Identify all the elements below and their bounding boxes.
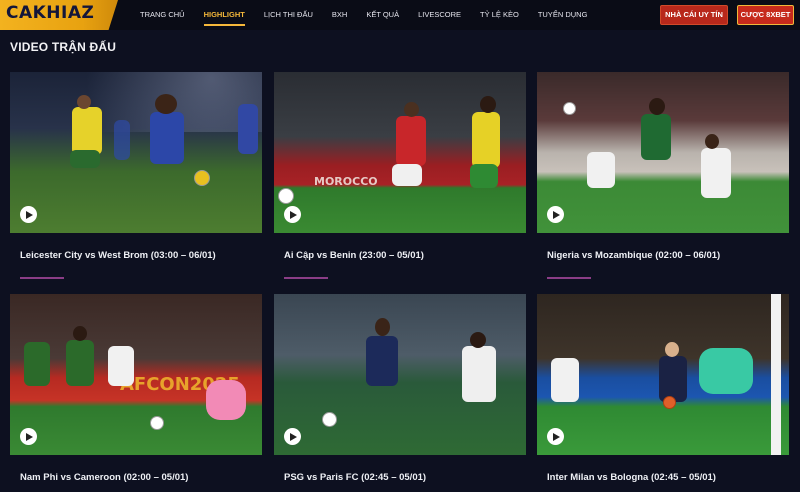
player-head [73, 326, 87, 341]
player-figure [70, 150, 100, 168]
video-thumbnail[interactable] [10, 72, 262, 233]
logo-text: CAKHIAZ [6, 3, 95, 23]
player-head [77, 95, 91, 109]
ball [663, 396, 676, 409]
nav-item-livescore[interactable]: LIVESCORE [418, 0, 461, 30]
nav-item-highlight[interactable]: HIGHLIGHT [204, 0, 245, 30]
video-card[interactable]: MOROCCO Ai Cập vs Benin (23:00 – 05/01) [274, 72, 526, 279]
player-figure [392, 164, 422, 186]
trusted-bookmaker-button[interactable]: NHÀ CÁI UY TÍN [660, 5, 728, 25]
video-thumbnail[interactable]: MOROCCO [274, 72, 526, 233]
player-figure [551, 358, 579, 402]
player-figure [108, 346, 134, 386]
site-logo[interactable]: CAKHIAZ [0, 0, 118, 30]
video-thumbnail[interactable] [274, 294, 526, 455]
goalkeeper-figure [699, 348, 753, 394]
player-figure [641, 114, 671, 160]
video-thumbnail[interactable] [537, 72, 789, 233]
main-nav: TRANG CHỦ HIGHLIGHT LỊCH THI ĐẤU BXH KẾT… [140, 0, 606, 30]
bet-8xbet-button[interactable]: CƯỢC 8XBET [737, 5, 794, 25]
stadium-banner: MOROCCO [314, 175, 378, 188]
player-figure [472, 112, 500, 168]
video-title[interactable]: Nam Phi vs Cameroon (02:00 – 05/01) [20, 472, 188, 483]
play-icon[interactable] [20, 428, 37, 445]
player-figure [238, 104, 258, 154]
ball [278, 188, 294, 204]
ball [150, 416, 164, 430]
nav-item-ket-qua[interactable]: KẾT QUẢ [366, 0, 399, 30]
video-title[interactable]: Nigeria vs Mozambique (02:00 – 06/01) [547, 250, 720, 261]
player-figure [114, 120, 130, 160]
video-title[interactable]: Leicester City vs West Brom (03:00 – 06/… [20, 250, 216, 261]
title-underline [20, 277, 64, 279]
player-figure [462, 346, 496, 402]
title-underline [547, 277, 591, 279]
goal-post [771, 294, 781, 455]
nav-item-lich-thi-dau[interactable]: LỊCH THI ĐẤU [264, 0, 313, 30]
top-navbar: CAKHIAZ TRANG CHỦ HIGHLIGHT LỊCH THI ĐẤU… [0, 0, 800, 30]
player-figure [66, 340, 94, 386]
video-card[interactable]: Leicester City vs West Brom (03:00 – 06/… [10, 72, 262, 279]
title-underline [284, 277, 328, 279]
player-figure [701, 148, 731, 198]
player-figure [150, 112, 184, 164]
video-card[interactable]: PSG vs Paris FC (02:45 – 05/01) [274, 294, 526, 483]
player-head [375, 318, 390, 336]
player-head [480, 96, 496, 113]
play-icon[interactable] [284, 206, 301, 223]
nav-item-bxh[interactable]: BXH [332, 0, 347, 30]
player-head [470, 332, 486, 348]
player-head [705, 134, 719, 149]
player-head [665, 342, 679, 357]
nav-item-trang-chu[interactable]: TRANG CHỦ [140, 0, 185, 30]
player-figure [72, 107, 102, 155]
player-head [649, 98, 665, 115]
play-icon[interactable] [547, 428, 564, 445]
video-thumbnail[interactable]: AFCON2025 [10, 294, 262, 455]
nav-item-tuyen-dung[interactable]: TUYỂN DỤNG [538, 0, 588, 30]
player-head [155, 94, 177, 114]
play-icon[interactable] [284, 428, 301, 445]
player-figure [366, 336, 398, 386]
ball [194, 170, 210, 186]
video-title[interactable]: Ai Cập vs Benin (23:00 – 05/01) [284, 250, 424, 261]
section-title: VIDEO TRẬN ĐẤU [10, 40, 117, 54]
video-card[interactable]: AFCON2025 Nam Phi vs Cameroon (02:00 – 0… [10, 294, 262, 483]
video-title[interactable]: PSG vs Paris FC (02:45 – 05/01) [284, 472, 426, 483]
player-head [404, 102, 419, 117]
goalkeeper-figure [206, 380, 246, 420]
play-icon[interactable] [20, 206, 37, 223]
ball [563, 102, 576, 115]
video-card[interactable]: Nigeria vs Mozambique (02:00 – 06/01) [537, 72, 789, 279]
ball [322, 412, 337, 427]
video-thumbnail[interactable] [537, 294, 789, 455]
player-figure [24, 342, 50, 386]
video-card[interactable]: Inter Milan vs Bologna (02:45 – 05/01) [537, 294, 789, 483]
nav-item-ty-le-keo[interactable]: TỶ LỆ KÈO [480, 0, 519, 30]
player-figure [659, 356, 687, 402]
player-figure [587, 152, 615, 188]
play-icon[interactable] [547, 206, 564, 223]
player-figure [396, 116, 426, 166]
player-figure [470, 164, 498, 188]
video-title[interactable]: Inter Milan vs Bologna (02:45 – 05/01) [547, 472, 716, 483]
